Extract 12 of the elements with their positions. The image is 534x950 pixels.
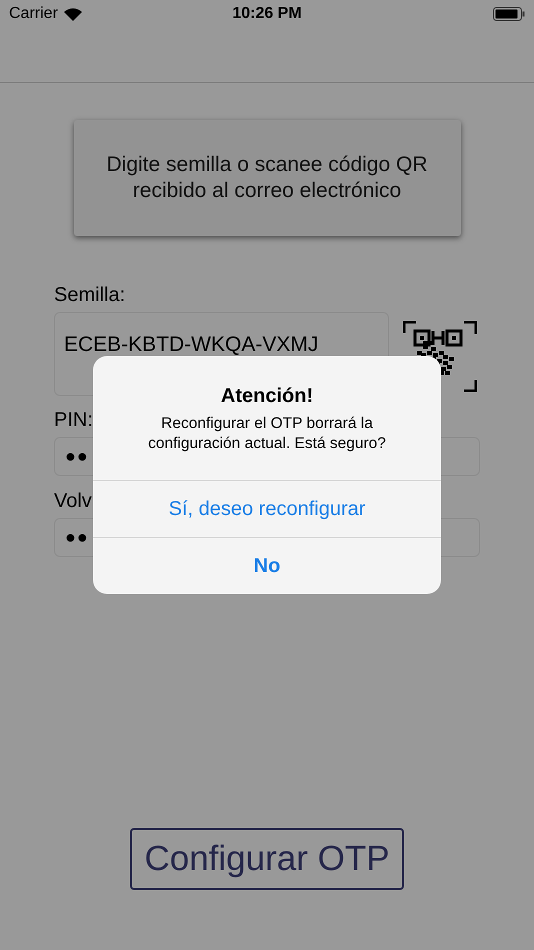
alert-message: Reconfigurar el OTP borrará la configuración actual. Está seguro?: [147, 414, 387, 454]
clock-label: 10:26 PM: [231, 4, 303, 24]
carrier-label: Carrier: [9, 4, 58, 24]
pin-label: PIN:: [54, 408, 93, 433]
alert-action[interactable]: No: [93, 537, 441, 594]
configure-otp-button[interactable]: Configurar OTP: [130, 828, 404, 890]
pin-repeat-label: Volv: [54, 489, 92, 514]
battery-icon: [493, 7, 525, 21]
seed-label: Semilla:: [54, 283, 126, 308]
wifi-icon: [64, 8, 82, 20]
alert-action[interactable]: Sí, deseo reconfigurar: [93, 480, 441, 537]
instruction-card: Digite semilla o scanee código QR recibido al correo electrónico: [74, 120, 460, 236]
